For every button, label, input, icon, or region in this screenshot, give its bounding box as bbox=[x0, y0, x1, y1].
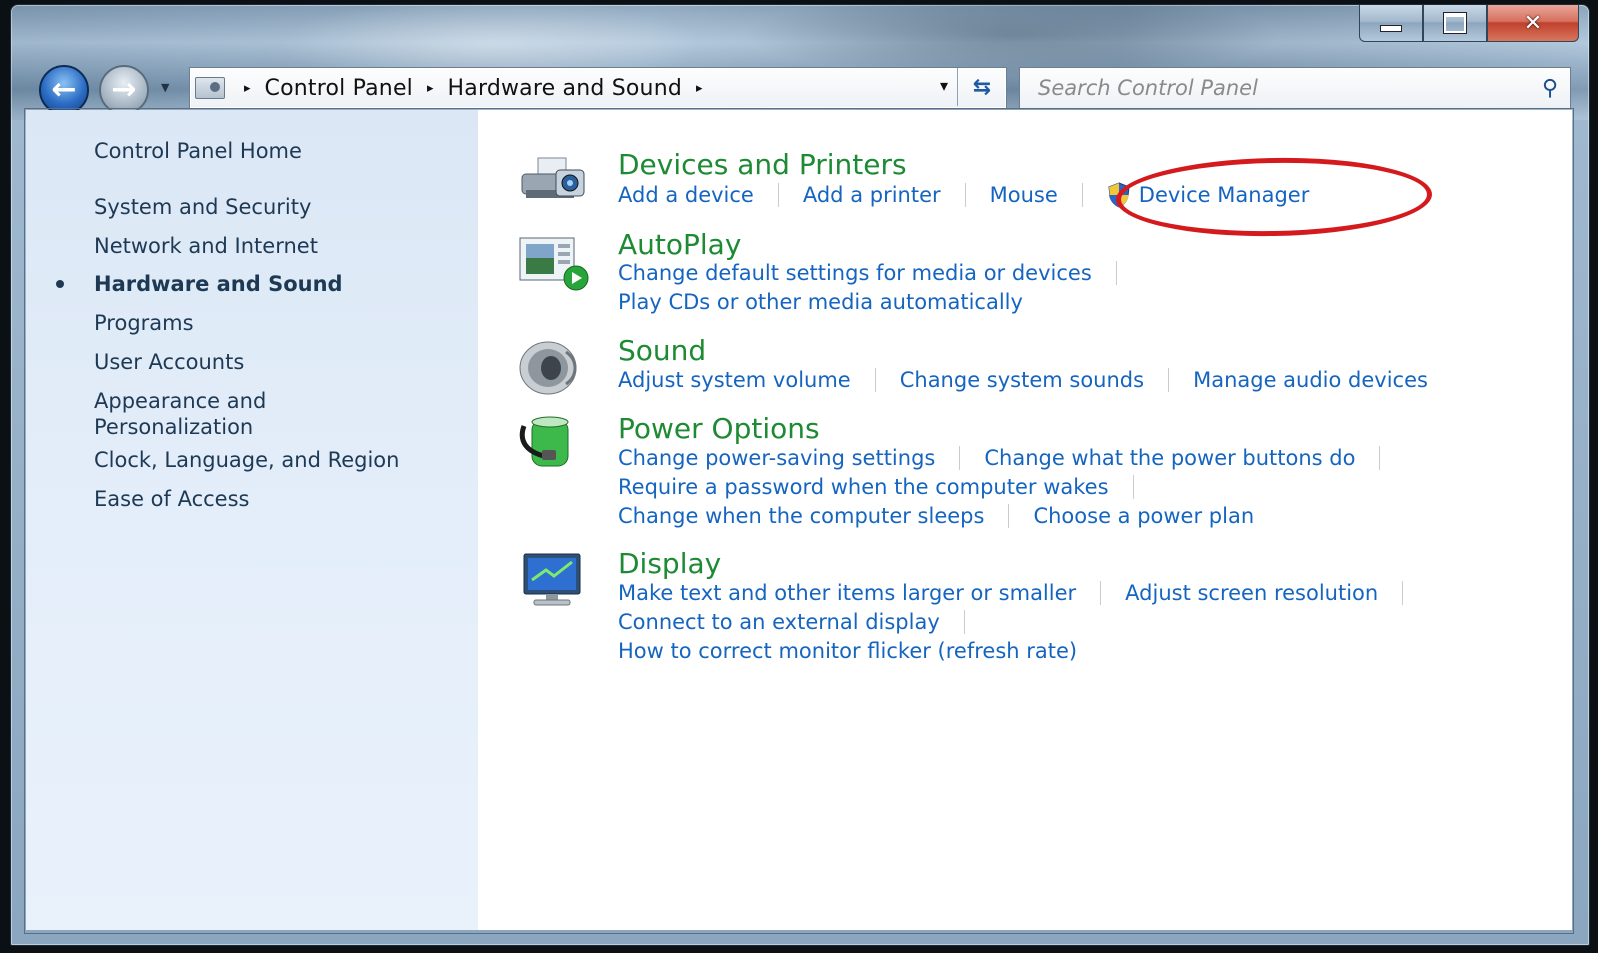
category-title-sound[interactable]: Sound bbox=[618, 334, 706, 367]
divider bbox=[1008, 504, 1010, 528]
sidebar: Control Panel Home System and Security N… bbox=[26, 110, 478, 930]
maximize-icon bbox=[1444, 13, 1466, 33]
active-bullet bbox=[56, 280, 64, 288]
main-content: Devices and Printers Add a device Add a … bbox=[478, 110, 1572, 930]
back-button[interactable]: ← bbox=[39, 65, 89, 115]
link-row: Change default settings for media or dev… bbox=[618, 261, 1117, 285]
close-icon: ✕ bbox=[1523, 10, 1543, 36]
divider bbox=[1100, 581, 1102, 605]
divider bbox=[874, 368, 876, 392]
search-box[interactable]: ⚲ bbox=[1019, 67, 1571, 109]
divider bbox=[1132, 475, 1134, 499]
divider bbox=[1379, 446, 1381, 470]
link-play-cds-automatically[interactable]: Play CDs or other media automatically bbox=[618, 290, 1023, 314]
link-change-system-sounds[interactable]: Change system sounds bbox=[900, 368, 1144, 392]
printer-camera-icon bbox=[521, 157, 585, 198]
link-row: Make text and other items larger or smal… bbox=[618, 581, 1404, 605]
sidebar-item-network-and-internet[interactable]: Network and Internet bbox=[94, 233, 318, 259]
link-make-text-larger-or-smaller[interactable]: Make text and other items larger or smal… bbox=[618, 581, 1076, 605]
breadcrumb-control-panel[interactable]: Control Panel bbox=[265, 76, 413, 101]
breadcrumb-hardware-and-sound[interactable]: Hardware and Sound bbox=[448, 76, 682, 101]
category-title-autoplay[interactable]: AutoPlay bbox=[618, 228, 741, 261]
sidebar-item-system-and-security[interactable]: System and Security bbox=[94, 194, 311, 220]
refresh-button[interactable]: ⇆ bbox=[957, 68, 1006, 106]
sidebar-item-label: Appearance and bbox=[94, 389, 267, 413]
divider bbox=[777, 183, 779, 207]
breadcrumb-separator[interactable]: ▸ bbox=[427, 81, 434, 96]
search-icon[interactable]: ⚲ bbox=[1530, 76, 1570, 101]
link-change-when-computer-sleeps[interactable]: Change when the computer sleeps bbox=[618, 504, 984, 528]
divider bbox=[959, 446, 961, 470]
breadcrumb-separator[interactable]: ▸ bbox=[244, 81, 251, 96]
divider bbox=[1402, 581, 1404, 605]
link-row: Add a device Add a printer Mouse Device … bbox=[618, 182, 1309, 208]
caption-buttons: ✕ bbox=[1359, 5, 1579, 43]
link-change-power-buttons[interactable]: Change what the power buttons do bbox=[984, 446, 1355, 470]
link-choose-power-plan[interactable]: Choose a power plan bbox=[1033, 504, 1254, 528]
link-adjust-screen-resolution[interactable]: Adjust screen resolution bbox=[1125, 581, 1378, 605]
control-panel-icon bbox=[190, 68, 230, 108]
recent-pages-dropdown[interactable]: ▼ bbox=[161, 81, 169, 94]
link-add-a-device[interactable]: Add a device bbox=[618, 183, 754, 207]
battery-icon bbox=[519, 416, 569, 467]
link-device-manager[interactable]: Device Manager bbox=[1139, 183, 1310, 207]
sidebar-item-hardware-and-sound: Hardware and Sound bbox=[94, 272, 343, 296]
link-row: Connect to an external display bbox=[618, 610, 965, 634]
link-mouse[interactable]: Mouse bbox=[990, 183, 1058, 207]
autoplay-icon bbox=[519, 237, 589, 291]
link-add-a-printer[interactable]: Add a printer bbox=[803, 183, 941, 207]
sidebar-item-control-panel-home[interactable]: Control Panel Home bbox=[94, 138, 302, 164]
refresh-icon: ⇆ bbox=[972, 74, 992, 100]
maximize-button[interactable] bbox=[1423, 5, 1487, 42]
category-title-power-options[interactable]: Power Options bbox=[618, 412, 820, 445]
divider bbox=[1115, 261, 1117, 285]
link-adjust-system-volume[interactable]: Adjust system volume bbox=[618, 368, 851, 392]
category-title-display[interactable]: Display bbox=[618, 547, 721, 580]
minimize-icon bbox=[1380, 24, 1402, 32]
link-row: How to correct monitor flicker (refresh … bbox=[618, 639, 1077, 663]
divider bbox=[964, 183, 966, 207]
link-require-password-on-wake[interactable]: Require a password when the computer wak… bbox=[618, 475, 1109, 499]
link-row: Play CDs or other media automatically bbox=[618, 290, 1023, 314]
link-correct-monitor-flicker[interactable]: How to correct monitor flicker (refresh … bbox=[618, 639, 1077, 663]
divider bbox=[963, 610, 965, 634]
forward-button[interactable]: → bbox=[99, 65, 149, 115]
divider bbox=[1081, 183, 1083, 207]
address-dropdown-icon[interactable]: ▾ bbox=[940, 76, 948, 95]
link-row: Adjust system volume Change system sound… bbox=[618, 368, 1428, 392]
link-change-power-saving-settings[interactable]: Change power-saving settings bbox=[618, 446, 935, 470]
back-arrow-icon: ← bbox=[51, 72, 77, 107]
forward-arrow-icon: → bbox=[111, 72, 137, 107]
sidebar-item-clock-language-region[interactable]: Clock, Language, and Region bbox=[94, 447, 399, 473]
minimize-button[interactable] bbox=[1359, 5, 1423, 42]
link-change-default-settings[interactable]: Change default settings for media or dev… bbox=[618, 261, 1092, 285]
link-connect-external-display[interactable]: Connect to an external display bbox=[618, 610, 940, 634]
link-row: Require a password when the computer wak… bbox=[618, 475, 1134, 499]
category-title-devices-and-printers[interactable]: Devices and Printers bbox=[618, 148, 907, 181]
close-button[interactable]: ✕ bbox=[1487, 5, 1579, 42]
sidebar-item-appearance-and-personalization[interactable]: Appearance and Personalization bbox=[94, 388, 266, 440]
monitor-icon bbox=[523, 553, 581, 606]
uac-shield-icon bbox=[1108, 182, 1130, 208]
link-row: Change when the computer sleeps Choose a… bbox=[618, 504, 1254, 528]
link-row: Change power-saving settings Change what… bbox=[618, 446, 1381, 470]
link-manage-audio-devices[interactable]: Manage audio devices bbox=[1193, 368, 1428, 392]
sidebar-item-label: Personalization bbox=[94, 415, 254, 439]
sidebar-item-ease-of-access[interactable]: Ease of Access bbox=[94, 486, 249, 512]
sidebar-item-user-accounts[interactable]: User Accounts bbox=[94, 349, 244, 375]
breadcrumb-separator[interactable]: ▸ bbox=[696, 81, 703, 96]
address-bar[interactable]: ▸ Control Panel ▸ Hardware and Sound ▸ ▾… bbox=[189, 67, 1007, 109]
divider bbox=[1168, 368, 1170, 392]
sidebar-item-programs[interactable]: Programs bbox=[94, 310, 194, 336]
search-input[interactable] bbox=[1020, 70, 1530, 106]
speaker-icon bbox=[519, 341, 577, 395]
